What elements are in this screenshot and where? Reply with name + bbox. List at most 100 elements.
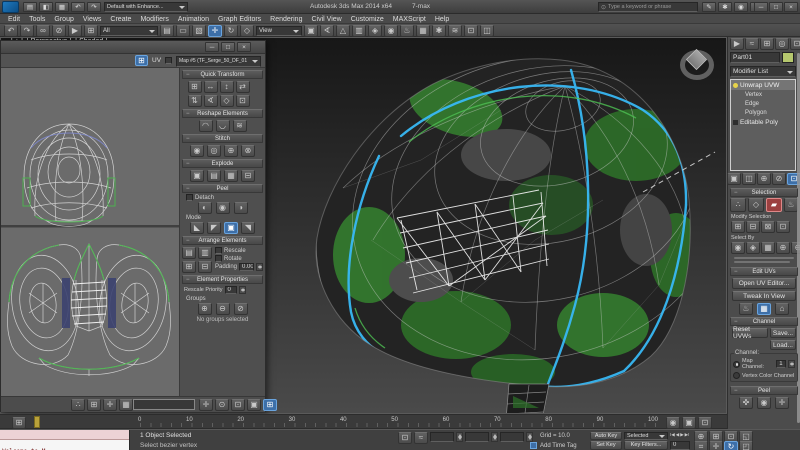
rescale-checkbox[interactable] bbox=[215, 247, 222, 254]
peel-rollout-icon[interactable]: ◉ bbox=[757, 397, 771, 409]
element-properties-header[interactable]: Element Properties bbox=[182, 275, 263, 284]
key-filter-selected-dropdown[interactable]: Selected bbox=[624, 431, 668, 440]
menu-item[interactable]: Create bbox=[110, 16, 131, 23]
peel-mode-icon[interactable]: ◥ bbox=[241, 222, 255, 234]
uv-nav-icon[interactable]: ⊙ bbox=[215, 399, 229, 411]
map-channel-radio[interactable] bbox=[733, 360, 740, 368]
rescale-priority-field[interactable]: 0 bbox=[224, 286, 237, 294]
vertex-color-radio[interactable] bbox=[733, 372, 740, 379]
stitch-header[interactable]: Stitch bbox=[182, 134, 263, 143]
uv-nav-icon[interactable]: ▣ bbox=[247, 399, 261, 411]
edit-uvs-rollout-header[interactable]: Edit UVs bbox=[730, 267, 798, 276]
explode-header[interactable]: Explode bbox=[182, 159, 263, 168]
toolbar-icon[interactable]: ▦ bbox=[416, 24, 430, 37]
uv-show-checkbox[interactable] bbox=[165, 57, 172, 64]
quick-access-icon[interactable]: ▤ bbox=[23, 2, 37, 12]
toolbar-icon[interactable]: ▧ bbox=[192, 24, 206, 37]
polygon-select-button[interactable]: ▰ bbox=[766, 198, 782, 212]
add-time-tag-text[interactable]: Add Time Tag bbox=[540, 443, 577, 449]
modify-selection-icon[interactable]: ⊡ bbox=[776, 221, 790, 233]
status-toggle-icon[interactable]: ≈ bbox=[414, 432, 428, 444]
toolbar-icon[interactable]: ⊡ bbox=[464, 24, 478, 37]
group-icon[interactable]: ⊕ bbox=[197, 303, 212, 315]
uv-editor-titlebar[interactable]: ─ □ × bbox=[1, 41, 265, 54]
coord-system-dropdown[interactable]: View bbox=[256, 25, 302, 36]
group-icon[interactable]: ⊘ bbox=[233, 303, 248, 315]
peel-icon[interactable]: ◉ bbox=[215, 202, 230, 214]
object-color-swatch[interactable] bbox=[782, 52, 794, 63]
auto-key-button[interactable]: Auto Key bbox=[590, 431, 622, 440]
modify-selection-icon[interactable]: ⊠ bbox=[761, 221, 775, 233]
arrange-elements-header[interactable]: Arrange Elements bbox=[182, 236, 263, 245]
toolbar-icon[interactable]: ⊞ bbox=[84, 24, 98, 37]
quick-access-icon[interactable]: ↶ bbox=[71, 2, 85, 12]
app-logo-icon[interactable] bbox=[2, 1, 19, 13]
panel-tab-icon[interactable]: ⊞ bbox=[760, 38, 774, 50]
maximize-button[interactable]: □ bbox=[769, 2, 783, 12]
key-filters-button[interactable]: Key Filters... bbox=[624, 441, 668, 450]
viewport-nav-icon[interactable]: ↻ bbox=[724, 440, 738, 450]
z-coordinate-field[interactable] bbox=[500, 432, 524, 442]
stack-row-vertex[interactable]: Vertex bbox=[731, 90, 795, 99]
stack-row-editable-poly[interactable]: Editable Poly bbox=[731, 117, 795, 127]
modify-selection-icon[interactable]: ⊟ bbox=[746, 221, 760, 233]
toolbar-icon[interactable]: ↻ bbox=[224, 24, 238, 37]
uv-selection-icon[interactable]: ∴ bbox=[71, 399, 85, 411]
quick-transform-icon[interactable]: ◇ bbox=[219, 95, 234, 107]
y-coordinate-field[interactable] bbox=[465, 432, 489, 442]
current-frame-field[interactable]: 0 bbox=[670, 441, 690, 450]
workspace-dropdown[interactable]: Default with Enhance... bbox=[104, 2, 188, 12]
padding-field[interactable]: 0.001 bbox=[239, 263, 254, 271]
toolbar-icon[interactable]: ▭ bbox=[176, 24, 190, 37]
selection-filter-dropdown[interactable]: All bbox=[100, 25, 158, 36]
modifier-list-dropdown[interactable]: Modifier List bbox=[730, 66, 796, 77]
quick-transform-icon[interactable]: ↕ bbox=[219, 81, 234, 93]
z-spinner[interactable] bbox=[526, 432, 533, 442]
toolbar-icon[interactable]: ◫ bbox=[480, 24, 494, 37]
uv-selection-icon[interactable]: ▦ bbox=[119, 399, 133, 411]
toolbar-icon[interactable]: ⊘ bbox=[52, 24, 66, 37]
uv-minimize-button[interactable]: ─ bbox=[205, 42, 219, 52]
menu-item[interactable]: Group bbox=[54, 16, 73, 23]
stack-tool-icon[interactable]: ▣ bbox=[727, 173, 741, 185]
toolbar-icon[interactable]: ◈ bbox=[368, 24, 382, 37]
trackbar-icon[interactable]: ⊡ bbox=[698, 416, 712, 429]
group-icon[interactable]: ⊖ bbox=[215, 303, 230, 315]
reshape-icon[interactable]: ≋ bbox=[232, 120, 247, 132]
load-uvs-button[interactable]: Load... bbox=[770, 340, 796, 350]
menu-item[interactable]: Graph Editors bbox=[218, 16, 261, 23]
object-name-field[interactable]: Part01 bbox=[730, 52, 780, 63]
peel-rollout-icon[interactable]: ✛ bbox=[775, 397, 789, 409]
stitch-icon[interactable]: ◉ bbox=[190, 145, 204, 157]
uv-nav-icon[interactable]: ⊡ bbox=[231, 399, 245, 411]
quick-transform-header[interactable]: Quick Transform bbox=[182, 70, 263, 79]
track-bar[interactable]: ⊞ 0 10 20 30 40 50 60 70 80 90 100 ◉ ▣ ⊡ bbox=[0, 414, 727, 429]
rotate-checkbox[interactable] bbox=[215, 255, 222, 262]
toolbar-icon[interactable]: ✛ bbox=[208, 24, 222, 37]
menu-item[interactable]: Help bbox=[435, 16, 449, 23]
trackbar-icon[interactable]: ◉ bbox=[666, 416, 680, 429]
stack-row-polygon[interactable]: Polygon bbox=[731, 108, 795, 117]
time-slider-handle[interactable] bbox=[34, 416, 40, 428]
quick-transform-icon[interactable]: ⇅ bbox=[187, 95, 202, 107]
uv-selection-icon[interactable]: ✛ bbox=[103, 399, 117, 411]
menu-item[interactable]: Civil View bbox=[311, 16, 341, 23]
select-by-icon[interactable]: ◉ bbox=[731, 242, 745, 254]
peel-icon[interactable]: ◑ bbox=[233, 202, 248, 214]
search-box[interactable]: ⊙ Type a keyword or phrase bbox=[598, 2, 698, 12]
stitch-icon[interactable]: ⊗ bbox=[241, 145, 255, 157]
reshape-icon[interactable]: ◡ bbox=[215, 120, 230, 132]
titlebar-side-icon[interactable]: ◉ bbox=[734, 2, 748, 12]
uv-texture-dropdown[interactable]: Map #5 (TF_Serge_50_DF_01 bbox=[176, 55, 261, 67]
map-channel-spinner[interactable] bbox=[788, 360, 795, 368]
reshape-elements-header[interactable]: Reshape Elements bbox=[182, 109, 263, 118]
uv-preview-icon[interactable]: ♨ bbox=[739, 303, 753, 315]
panel-tab-icon[interactable]: ▶ bbox=[730, 38, 744, 50]
toolbar-icon[interactable]: △ bbox=[336, 24, 350, 37]
menu-item[interactable]: Animation bbox=[178, 16, 209, 23]
toolbar-icon[interactable]: ▣ bbox=[304, 24, 318, 37]
uv-coord-field[interactable] bbox=[133, 399, 195, 410]
uv-preview-icon[interactable]: ⌂ bbox=[775, 303, 789, 315]
map-channel-field[interactable]: 1 bbox=[776, 360, 786, 368]
quick-transform-icon[interactable]: ↔ bbox=[203, 81, 218, 93]
